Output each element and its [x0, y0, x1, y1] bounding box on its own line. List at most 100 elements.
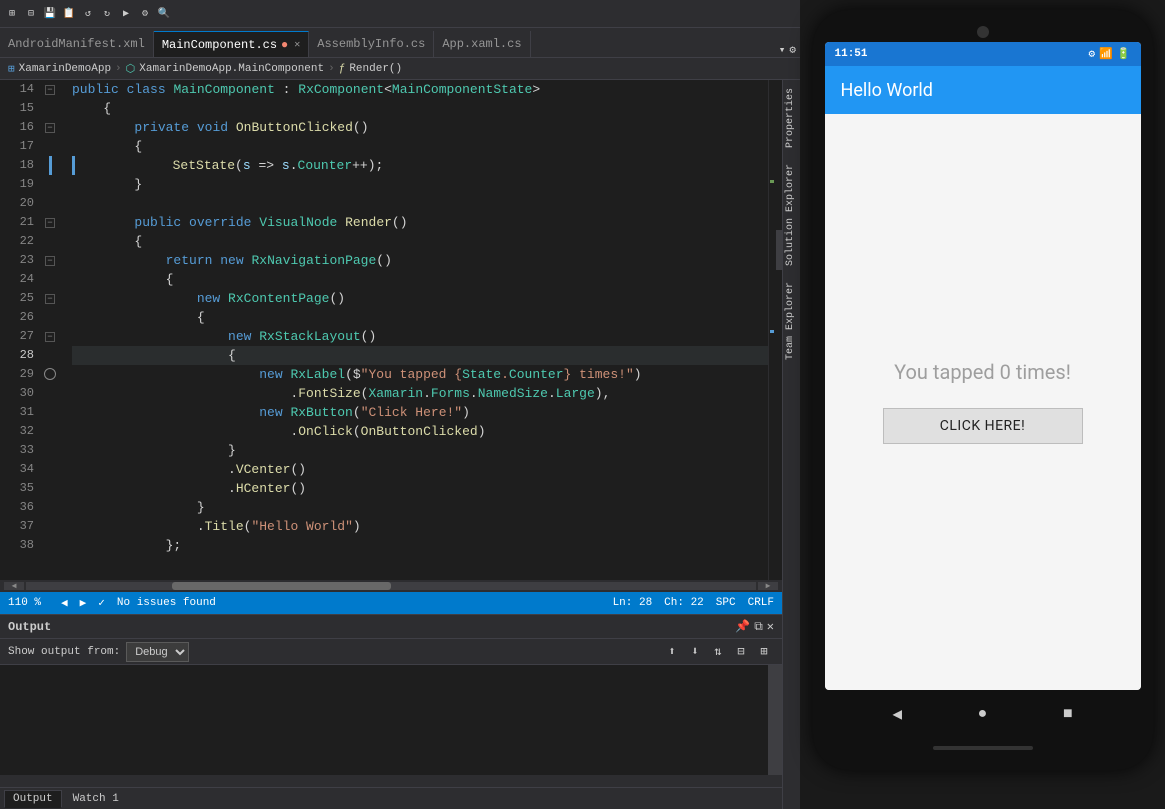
status-ln: Ln: 28	[613, 597, 653, 609]
ln-21: 21	[0, 213, 34, 232]
toolbar-icon-8: ⚙	[137, 6, 153, 22]
output-tb-icon-2[interactable]: ⬇	[685, 642, 705, 662]
gutter-38	[40, 536, 62, 555]
breadcrumb-class[interactable]: XamarinDemoApp.MainComponent	[139, 63, 324, 75]
tab-assembly-info[interactable]: AssemblyInfo.cs	[309, 31, 434, 57]
output-float-icon[interactable]: ⧉	[754, 620, 763, 634]
tab-android-manifest[interactable]: AndroidManifest.xml	[0, 31, 154, 57]
ln-17: 17	[0, 137, 34, 156]
h-scroll-right[interactable]: ▶	[758, 582, 778, 590]
code-line-32: .OnClick(OnButtonClicked)	[72, 422, 768, 441]
code-line-31: new RxButton("Click Here!")	[72, 403, 768, 422]
collapse-27[interactable]: −	[45, 332, 55, 342]
ln-25: 25	[0, 289, 34, 308]
ln-22: 22	[0, 232, 34, 251]
breadcrumb-icon-2: ⬡	[126, 62, 136, 76]
ln-35: 35	[0, 479, 34, 498]
output-source-select[interactable]: Debug	[126, 642, 189, 662]
android-app-bar: Hello World	[825, 66, 1141, 114]
output-tb-icon-4[interactable]: ⊟	[731, 642, 751, 662]
code-content[interactable]: public class MainComponent : RxComponent…	[62, 80, 768, 580]
android-home-button[interactable]: ●	[972, 704, 992, 724]
code-line-23: return new RxNavigationPage()	[72, 251, 768, 270]
android-battery-icon: 🔋	[1117, 47, 1131, 61]
code-line-25: new RxContentPage()	[72, 289, 768, 308]
gutter-32	[40, 422, 62, 441]
android-back-button[interactable]: ◀	[887, 704, 907, 724]
breadcrumb-icon-3: ƒ	[339, 63, 346, 75]
collapse-21[interactable]: −	[45, 218, 55, 228]
gutter-14[interactable]: −	[40, 80, 62, 99]
output-content-row	[0, 665, 782, 775]
ln-33: 33	[0, 441, 34, 460]
code-line-35: .HCenter()	[72, 479, 768, 498]
gutter-24	[40, 270, 62, 289]
output-tb-icon-5[interactable]: ⊞	[754, 642, 774, 662]
h-scroll-left[interactable]: ◀	[4, 582, 24, 590]
collapse-14[interactable]: −	[45, 85, 55, 95]
gutter-19	[40, 175, 62, 194]
click-here-button[interactable]: CLICK HERE!	[883, 408, 1083, 444]
horizontal-scrollbar[interactable]: ◀ ▶	[0, 580, 782, 592]
gutter-25: −	[40, 289, 62, 308]
ln-23: 23	[0, 251, 34, 270]
bottom-tab-watch[interactable]: Watch 1	[64, 790, 128, 808]
tab-main-component[interactable]: MainComponent.cs ● ✕	[154, 31, 309, 57]
gutter-18	[40, 156, 62, 175]
toolbar-icon-5: ↺	[80, 6, 96, 22]
output-close-icon[interactable]: ✕	[767, 619, 774, 634]
toolbar-icon-4: 📋	[61, 6, 77, 22]
android-recents-button[interactable]: ■	[1058, 704, 1078, 724]
collapse-25[interactable]: −	[45, 294, 55, 304]
ln-16: 16	[0, 118, 34, 137]
side-label-team-explorer[interactable]: Team Explorer	[783, 274, 800, 368]
output-pin-icon[interactable]: 📌	[735, 619, 750, 634]
tabs-pin-icon[interactable]: ⚙	[789, 43, 796, 57]
gutter-35	[40, 479, 62, 498]
status-nav-right[interactable]: ▶	[80, 596, 87, 610]
code-line-20	[72, 194, 768, 213]
gutter-37	[40, 517, 62, 536]
side-label-properties[interactable]: Properties	[783, 80, 800, 156]
code-line-37: .Title("Hello World")	[72, 517, 768, 536]
output-h-scrollbar[interactable]	[0, 775, 782, 787]
output-scrollbar[interactable]	[768, 665, 782, 775]
breadcrumb-sep-1: ›	[115, 63, 122, 75]
code-line-27: new RxStackLayout()	[72, 327, 768, 346]
toolbar-icon-1: ⊞	[4, 6, 20, 22]
device-screen: 11:51 ⚙ 📶 🔋 Hello World You tapped 0 tim…	[825, 42, 1141, 690]
tab-close-button[interactable]: ✕	[294, 39, 300, 51]
tabs-dropdown-icon[interactable]: ▾	[779, 43, 786, 57]
side-label-solution-explorer[interactable]: Solution Explorer	[783, 156, 800, 274]
code-line-24: {	[72, 270, 768, 289]
device-top-area	[825, 22, 1141, 42]
toolbar: ⊞ ⊟ 💾 📋 ↺ ↻ ▶ ⚙ 🔍	[0, 0, 800, 28]
collapse-23[interactable]: −	[45, 256, 55, 266]
android-recents-icon: ■	[1063, 705, 1073, 723]
bottom-tab-output[interactable]: Output	[4, 790, 62, 808]
code-line-19: }	[72, 175, 768, 194]
status-crlf: CRLF	[748, 597, 774, 609]
output-tb-icon-3[interactable]: ⇅	[708, 642, 728, 662]
android-panel: 11:51 ⚙ 📶 🔋 Hello World You tapped 0 tim…	[800, 0, 1165, 809]
ln-20: 20	[0, 194, 34, 213]
toolbar-icon-7: ▶	[118, 6, 134, 22]
android-home-icon: ●	[978, 705, 988, 723]
code-line-21: public override VisualNode Render()	[72, 213, 768, 232]
right-scrollbar[interactable]	[768, 80, 782, 580]
code-line-14: public class MainComponent : RxComponent…	[72, 80, 768, 99]
toolbar-icons: ⊞ ⊟ 💾 📋 ↺ ↻ ▶ ⚙ 🔍	[4, 6, 172, 22]
tab-app-xaml[interactable]: App.xaml.cs	[434, 31, 530, 57]
ide-main-area: 14 15 16 17 18 19 20 21 22 23 24 25	[0, 80, 800, 809]
output-title: Output	[8, 620, 51, 634]
breadcrumb: ⊞ XamarinDemoApp › ⬡ XamarinDemoApp.Main…	[0, 58, 800, 80]
status-nav-left[interactable]: ◀	[61, 596, 68, 610]
collapse-16[interactable]: −	[45, 123, 55, 133]
output-tb-icon-1[interactable]: ⬆	[662, 642, 682, 662]
ln-18: 18	[0, 156, 34, 175]
breadcrumb-method[interactable]: Render()	[349, 63, 402, 75]
ln-26: 26	[0, 308, 34, 327]
code-editor[interactable]: 14 15 16 17 18 19 20 21 22 23 24 25	[0, 80, 782, 580]
h-scroll-thumb	[172, 582, 391, 590]
breadcrumb-project[interactable]: XamarinDemoApp	[19, 63, 111, 75]
